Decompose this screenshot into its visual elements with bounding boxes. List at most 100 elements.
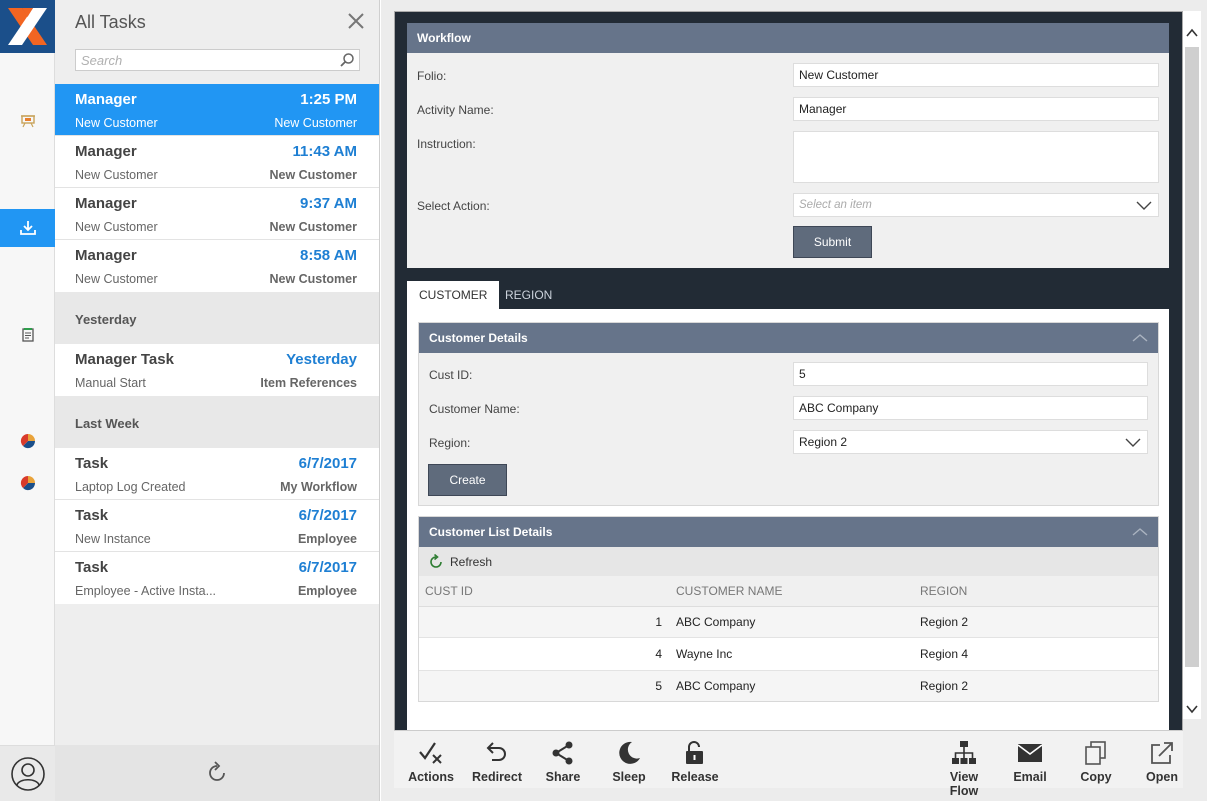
task-item[interactable]: Manager 8:58 AM New Customer New Custome… [55, 240, 379, 292]
email-button[interactable]: Email [1000, 731, 1060, 789]
task-time: 9:37 AM [300, 195, 357, 212]
customer-name-label: Customer Name: [429, 402, 520, 416]
rail-reports-button[interactable] [0, 316, 55, 354]
task-item[interactable]: Manager Task Yesterday Manual Start Item… [55, 344, 379, 396]
task-item[interactable]: Task 6/7/2017 Laptop Log Created My Work… [55, 448, 379, 500]
tab-customer[interactable]: CUSTOMER [407, 281, 500, 309]
submit-button[interactable]: Submit [793, 226, 872, 258]
redirect-button[interactable]: Redirect [467, 731, 527, 789]
task-item[interactable]: Manager 11:43 AM New Customer New Custom… [55, 136, 379, 188]
task-time: 6/7/2017 [298, 507, 357, 524]
open-icon [1151, 742, 1173, 764]
sleep-button[interactable]: Sleep [599, 731, 659, 789]
customer-list-header: Customer List Details [419, 517, 1158, 547]
close-icon [348, 13, 364, 29]
chevron-up-icon[interactable] [1132, 526, 1148, 538]
app-logo[interactable] [0, 0, 55, 53]
scroll-up-icon[interactable] [1185, 27, 1199, 39]
select-action-dropdown[interactable]: Select an item [793, 193, 1159, 217]
sleep-icon [619, 741, 640, 764]
refresh-icon [430, 554, 442, 568]
release-label: Release [671, 770, 719, 784]
chevron-down-icon [1125, 438, 1141, 447]
close-button[interactable] [345, 10, 367, 32]
column-header[interactable]: REGION [913, 576, 1158, 606]
table-row[interactable]: 5 ABC Company Region 2 [419, 670, 1158, 701]
activity-name-field[interactable]: Manager [793, 97, 1159, 121]
task-time: 1:25 PM [300, 91, 357, 108]
open-label: Open [1146, 770, 1178, 784]
scroll-thumb[interactable] [1185, 47, 1199, 667]
task-name: Manager Task [75, 351, 174, 368]
presentation-icon [20, 115, 35, 128]
search-icon[interactable] [339, 52, 355, 68]
refresh-button[interactable]: Refresh [428, 553, 492, 571]
task-folio: New Instance [75, 532, 151, 546]
column-header[interactable]: CUSTOMER NAME [669, 576, 913, 606]
refresh-tasks-button[interactable] [55, 745, 379, 801]
task-item-selected[interactable]: Manager 1:25 PM New Customer New Custome… [55, 84, 379, 136]
group-header-yesterday: Yesterday [55, 292, 379, 344]
release-button[interactable]: Release [665, 731, 725, 789]
task-name: Task [75, 455, 109, 472]
scroll-down-icon[interactable] [1185, 703, 1199, 715]
rail-chart-button-2[interactable] [0, 464, 55, 502]
select-action-placeholder: Select an item [799, 199, 872, 211]
task-folio: New Customer [75, 272, 158, 286]
sleep-label: Sleep [612, 770, 646, 784]
customer-details-title: Customer Details [429, 331, 528, 345]
rail-inbox-button[interactable] [0, 209, 55, 247]
folio-label: Folio: [417, 69, 447, 83]
cell-customer-name: Wayne Inc [676, 646, 733, 661]
cell-customer-name: ABC Company [676, 614, 756, 629]
view-flow-button[interactable]: View Flow [934, 731, 994, 798]
copy-icon [1085, 741, 1106, 765]
customer-details-panel: Customer Details Cust ID: 5 Customer Nam… [418, 322, 1159, 506]
search-input[interactable] [76, 50, 331, 70]
task-name: Task [75, 559, 109, 576]
user-profile-button[interactable] [0, 745, 55, 801]
task-item[interactable]: Task 6/7/2017 Employee - Active Insta...… [55, 552, 379, 604]
email-label: Email [1013, 770, 1047, 784]
instruction-field[interactable] [793, 131, 1159, 183]
task-workflow: Employee [297, 532, 357, 546]
cust-id-field[interactable]: 5 [793, 362, 1148, 386]
copy-button[interactable]: Copy [1066, 731, 1126, 789]
column-header[interactable]: CUST ID [419, 576, 669, 606]
task-item[interactable]: Task 6/7/2017 New Instance Employee [55, 500, 379, 552]
share-icon [552, 741, 573, 765]
actions-button[interactable]: Actions [401, 731, 461, 789]
search-box [75, 49, 360, 71]
table-header-row: CUST ID CUSTOMER NAME REGION [419, 576, 1158, 606]
task-name: Manager [75, 247, 137, 264]
task-item[interactable]: Manager 9:37 AM New Customer New Custome… [55, 188, 379, 240]
list-toolbar: Refresh [419, 547, 1158, 576]
task-name: Manager [75, 91, 137, 108]
customer-table: CUST ID CUSTOMER NAME REGION 1 ABC Compa… [419, 576, 1158, 701]
create-button[interactable]: Create [428, 464, 507, 496]
folio-field[interactable]: New Customer [793, 63, 1159, 87]
chevron-up-icon[interactable] [1132, 332, 1148, 344]
open-button[interactable]: Open [1132, 731, 1192, 789]
refresh-label: Refresh [450, 555, 493, 569]
vertical-scrollbar[interactable] [1183, 11, 1201, 719]
view-flow-label: View Flow [949, 770, 979, 798]
customer-name-field[interactable]: ABC Company [793, 396, 1148, 420]
region-dropdown[interactable]: Region 2 [793, 430, 1148, 454]
rail-chart-button[interactable] [0, 422, 55, 460]
actions-label: Actions [408, 770, 454, 784]
task-workflow: New Customer [269, 168, 357, 182]
task-panel-title: All Tasks [75, 12, 146, 32]
refresh-icon [209, 761, 225, 781]
customer-list-title: Customer List Details [429, 525, 553, 539]
task-folio: New Customer [75, 220, 158, 234]
task-folio: Manual Start [75, 376, 146, 390]
share-button[interactable]: Share [533, 731, 593, 789]
cell-cust-id: 1 [655, 614, 662, 629]
pie-chart-icon [20, 475, 35, 491]
task-name: Task [75, 507, 109, 524]
rail-presentation-button[interactable] [0, 102, 55, 140]
table-row[interactable]: 4 Wayne Inc Region 4 [419, 637, 1158, 670]
tab-region[interactable]: REGION [493, 281, 564, 309]
table-row[interactable]: 1 ABC Company Region 2 [419, 606, 1158, 637]
